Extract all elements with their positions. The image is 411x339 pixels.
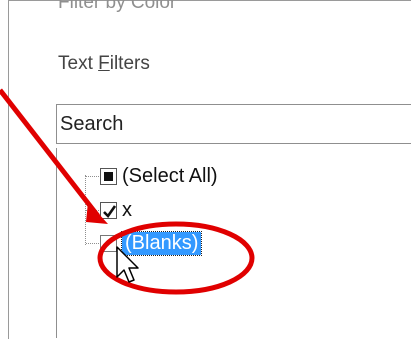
checkmark-icon: [103, 204, 117, 218]
text-filters-label-start: Text: [58, 53, 99, 74]
list-item-x[interactable]: x: [100, 198, 132, 222]
menu-filter-by-color[interactable]: Filter by Color: [58, 0, 176, 14]
menu-text-filters[interactable]: Text Filters: [58, 53, 150, 75]
select-all-label: (Select All): [122, 164, 218, 187]
text-filters-label-end: ilters: [109, 53, 150, 74]
list-item-blanks[interactable]: (Blanks): [100, 230, 203, 256]
filter-by-color-label: Filter by Color: [58, 0, 177, 13]
search-box[interactable]: [56, 104, 411, 144]
select-all-checkbox[interactable]: [100, 167, 117, 185]
tree-connector: [86, 210, 101, 211]
x-label: x: [122, 198, 132, 221]
list-item-select-all[interactable]: (Select All): [100, 164, 218, 188]
x-checkbox[interactable]: [100, 201, 117, 219]
blanks-label: (Blanks): [120, 230, 203, 256]
tree-connector: [86, 176, 101, 177]
search-input[interactable]: [57, 105, 400, 143]
tree-connector: [86, 243, 101, 244]
text-filters-accelerator: F: [98, 53, 110, 74]
blanks-checkbox[interactable]: [100, 234, 117, 252]
